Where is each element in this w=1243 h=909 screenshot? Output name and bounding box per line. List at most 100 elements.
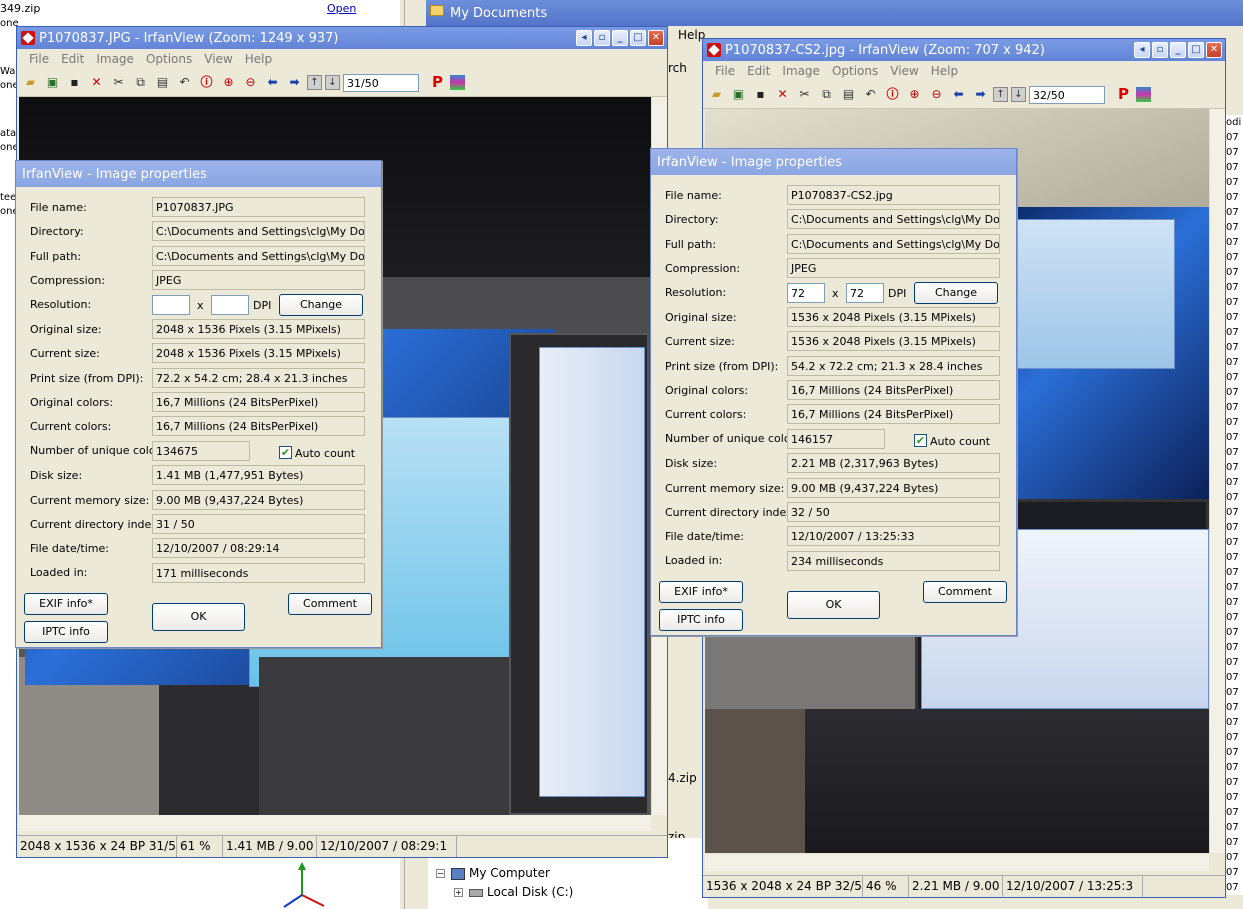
window-titlebar[interactable]: P1070837-CS2.jpg - IrfanView (Zoom: 707 … [703,39,1225,61]
ok-button[interactable]: OK [152,603,245,631]
zoom-in-icon[interactable]: ⊕ [219,73,238,92]
delete-icon[interactable]: ✕ [87,73,106,92]
tree-item-my-computer[interactable]: − My Computer [436,866,550,880]
menu-help[interactable]: Help [925,61,964,81]
ok-button[interactable]: OK [787,591,880,619]
paste-icon[interactable]: ▤ [153,73,172,92]
exif-info-button[interactable]: EXIF info* [659,581,743,603]
paste-icon[interactable]: ▤ [839,85,858,104]
dialog-title[interactable]: IrfanView - Image properties [16,161,381,187]
page-number-field[interactable]: 32/50 [1029,85,1105,104]
zoom-out-icon[interactable]: ⊖ [241,73,260,92]
restore-alt-button[interactable]: ▫ [594,30,610,46]
next-arrow-icon[interactable]: ➡ [285,73,304,92]
close-button[interactable]: ✕ [648,30,664,46]
last-image-icon[interactable]: ↓ [325,75,340,90]
maximize-button[interactable]: □ [1188,42,1204,58]
zoom-out-icon[interactable]: ⊖ [927,85,946,104]
background-zip-fragment[interactable]: 4.zip [668,771,697,785]
cut-icon[interactable]: ✂ [109,73,128,92]
slideshow-icon[interactable]: ▣ [729,85,748,104]
auto-count-label[interactable]: Auto count [930,435,990,448]
change-button[interactable]: Change [914,282,998,304]
close-button[interactable]: ✕ [1206,42,1222,58]
menu-file[interactable]: File [709,61,741,81]
dialog-title[interactable]: IrfanView - Image properties [651,149,1016,175]
last-image-icon[interactable]: ↓ [1011,87,1026,102]
copy-icon[interactable]: ⧉ [131,73,150,92]
horizontal-scrollbar[interactable] [19,815,651,831]
collapse-icon[interactable]: − [436,869,445,878]
settings-icon[interactable] [1136,87,1151,102]
exif-info-button[interactable]: EXIF info* [24,593,108,615]
auto-count-checkbox[interactable]: ✔ [279,446,292,459]
maximize-button[interactable]: □ [630,30,646,46]
horizontal-scrollbar[interactable] [705,855,1209,871]
prev-window-button[interactable]: ◂ [1134,42,1150,58]
open-folder-icon[interactable]: ▰ [707,85,726,104]
undo-icon[interactable]: ↶ [175,73,194,92]
auto-count-checkbox[interactable]: ✔ [914,434,927,447]
iptc-info-button[interactable]: IPTC info [24,621,108,643]
menu-image[interactable]: Image [776,61,826,81]
previous-arrow-icon[interactable]: ⬅ [949,85,968,104]
vertical-scrollbar[interactable] [1209,109,1225,853]
save-icon[interactable]: ▪ [65,73,84,92]
original-colors-label: Original colors: [665,384,749,397]
directory-label: Directory: [665,213,719,226]
file-name-value: P1070837.JPG [152,197,365,217]
comment-button[interactable]: Comment [923,581,1007,603]
open-link[interactable]: Open [327,2,356,15]
date-column-item: odi [1226,117,1242,128]
menu-edit[interactable]: Edit [55,49,90,69]
resolution-y-input[interactable]: 72 [846,283,884,303]
menu-options[interactable]: Options [826,61,884,81]
menu-help[interactable]: Help [239,49,278,69]
resolution-x-input[interactable]: 72 [787,283,825,303]
menu-file[interactable]: File [23,49,55,69]
save-icon[interactable]: ▪ [751,85,770,104]
resolution-x-input[interactable] [152,295,190,315]
minimize-button[interactable]: _ [612,30,628,46]
menu-image[interactable]: Image [90,49,140,69]
first-image-icon[interactable]: ↑ [993,87,1008,102]
comment-button[interactable]: Comment [288,593,372,615]
paint-icon[interactable]: P [428,73,447,92]
resolution-y-input[interactable] [211,295,249,315]
menu-view[interactable]: View [198,49,238,69]
info-icon[interactable]: ⓘ [197,73,216,92]
zip-file-name[interactable]: 349.zip [0,2,40,15]
info-icon[interactable]: ⓘ [883,85,902,104]
expand-icon[interactable]: + [454,888,463,897]
tree-item-local-disk[interactable]: + Local Disk (C:) [454,885,573,899]
menu-view[interactable]: View [884,61,924,81]
date-column-item: 07 [1226,477,1239,488]
cut-icon[interactable]: ✂ [795,85,814,104]
undo-icon[interactable]: ↶ [861,85,880,104]
iptc-info-button[interactable]: IPTC info [659,609,743,631]
date-column-item: 07 [1226,237,1239,248]
restore-alt-button[interactable]: ▫ [1152,42,1168,58]
open-folder-icon[interactable]: ▰ [21,73,40,92]
date-column-item: 07 [1226,417,1239,428]
window-title: P1070837.JPG - IrfanView (Zoom: 1249 x 9… [39,31,339,46]
copy-icon[interactable]: ⧉ [817,85,836,104]
menu-options[interactable]: Options [140,49,198,69]
previous-arrow-icon[interactable]: ⬅ [263,73,282,92]
minimize-button[interactable]: _ [1170,42,1186,58]
slideshow-icon[interactable]: ▣ [43,73,62,92]
window-titlebar[interactable]: P1070837.JPG - IrfanView (Zoom: 1249 x 9… [17,27,667,49]
settings-icon[interactable] [450,75,465,90]
background-search-fragment[interactable]: rch [668,61,687,75]
auto-count-label[interactable]: Auto count [295,447,355,460]
first-image-icon[interactable]: ↑ [307,75,322,90]
delete-icon[interactable]: ✕ [773,85,792,104]
page-number-field[interactable]: 31/50 [343,73,419,92]
menu-edit[interactable]: Edit [741,61,776,81]
change-button[interactable]: Change [279,294,363,316]
paint-icon[interactable]: P [1114,85,1133,104]
zoom-in-icon[interactable]: ⊕ [905,85,924,104]
next-arrow-icon[interactable]: ➡ [971,85,990,104]
prev-window-button[interactable]: ◂ [576,30,592,46]
date-column-item: 07 [1226,672,1239,683]
